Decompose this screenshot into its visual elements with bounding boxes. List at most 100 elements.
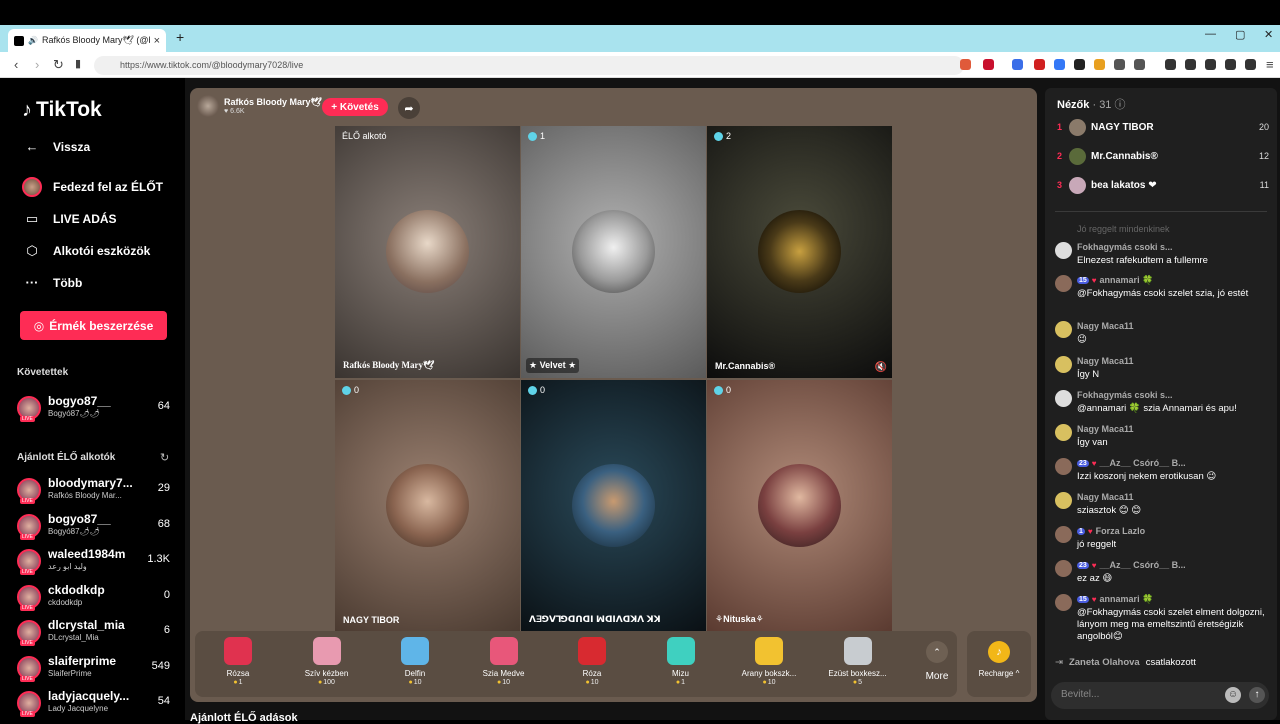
message-user[interactable]: Nagy Maca11: [1077, 424, 1134, 434]
extension-icon[interactable]: [1034, 59, 1045, 70]
message-user[interactable]: Nagy Maca11: [1077, 356, 1134, 366]
cell-badge: 2: [714, 131, 731, 141]
guest-cell-host[interactable]: ÉLŐ alkotó Rafkós Bloody Mary🕊: [335, 126, 520, 378]
extension-icon-3[interactable]: [1094, 59, 1105, 70]
screen-top-border: [0, 0, 1280, 25]
recommended-account[interactable]: LIVE ckdodkdp ckdodkdp 0: [17, 583, 177, 613]
refresh-icon[interactable]: ↻: [160, 451, 169, 464]
viewers-header[interactable]: Nézők · 31 ⓘ: [1057, 96, 1125, 112]
gift-icon: [489, 637, 518, 665]
brave-shield-icon[interactable]: [960, 59, 971, 70]
wallet-icon[interactable]: [1205, 59, 1216, 70]
top-viewer-row[interactable]: 1 NAGY TIBOR 20: [1057, 117, 1269, 137]
url-field[interactable]: https://www.tiktok.com/@bloodymary7028/l…: [94, 56, 964, 75]
recommended-account[interactable]: LIVE waleed1984m وليد ابو رعد 1.3K: [17, 547, 177, 577]
hls-extension-icon[interactable]: [1054, 59, 1065, 70]
get-coins-button[interactable]: ◎ Érmék beszerzése: [20, 311, 167, 340]
tiktok-logo[interactable]: ♪ TikTok: [22, 98, 102, 122]
tab-title: Rafkós Bloody Mary🕊 (@blo: [41, 35, 150, 45]
gift-item[interactable]: Szia Medve 10: [469, 637, 539, 686]
message-user[interactable]: Fokhagymás csoki s...: [1077, 390, 1173, 400]
recommended-account[interactable]: LIVE bloodymary7... Rafkós Bloody Mar...…: [17, 476, 177, 506]
following-account[interactable]: LIVE bogyo87__ Bogyó87🌶🌶 64: [17, 394, 177, 424]
nav-more[interactable]: ··· Több: [22, 275, 83, 290]
message-user[interactable]: annamari 🍀: [1100, 275, 1154, 286]
extension-icon-5[interactable]: [1134, 59, 1145, 70]
avatar: [1069, 176, 1086, 194]
recharge-button[interactable]: ♪ Recharge ^: [967, 631, 1031, 697]
nav-back[interactable]: ← Vissza: [22, 139, 91, 154]
message-text: Elnezest rafekudtem a fullemre: [1077, 255, 1208, 266]
recommended-account[interactable]: LIVE dlcrystal_mia DLcrystal_Mia 6: [17, 618, 177, 648]
nav-live-broadcast[interactable]: ▭ LIVE ADÁS: [22, 211, 117, 227]
forward-icon[interactable]: ›: [35, 57, 39, 72]
message-user[interactable]: annamari 🍀: [1100, 594, 1154, 605]
more-gifts-button[interactable]: ⌃ More: [917, 641, 957, 682]
gem-icon: [342, 385, 351, 395]
heart-badge-icon: ♥: [1091, 560, 1097, 570]
recommended-account[interactable]: LIVE slaiferprime SlaiferPrime 549: [17, 654, 177, 684]
avatar: LIVE: [17, 478, 41, 504]
gift-item[interactable]: Szív kézben 100: [292, 637, 362, 686]
browser-tab[interactable]: 🔊 Rafkós Bloody Mary🕊 (@blo ×: [8, 29, 166, 52]
new-tab-icon[interactable]: +: [176, 29, 184, 45]
translate-icon[interactable]: [1012, 59, 1023, 70]
gift-item[interactable]: Róza 10: [557, 637, 627, 686]
bookmark-icon[interactable]: ▮: [75, 57, 81, 70]
heart-badge-icon: ♥: [1091, 595, 1097, 604]
menu-icon[interactable]: ≡: [1266, 57, 1274, 72]
message-user[interactable]: Forza Lazlo: [1096, 526, 1146, 536]
nav-creator-tools[interactable]: ⬡ Alkotói eszközök: [22, 243, 150, 259]
extension-icon-2[interactable]: [1074, 59, 1085, 70]
viewer-count: 68: [157, 517, 170, 530]
guest-cell-3[interactable]: 0 NAGY TIBOR: [335, 380, 520, 632]
nav-explore-live[interactable]: Fedezd fel az ÉLŐT: [22, 177, 163, 197]
guest-cell-1[interactable]: 1 ★ Velvet ★: [521, 126, 706, 378]
top-viewer-row[interactable]: 2 Mr.Cannabis® 12: [1057, 146, 1269, 166]
gift-item[interactable]: Mizu 1: [646, 637, 716, 686]
reload-icon[interactable]: ↻: [53, 57, 64, 73]
send-icon[interactable]: ↑: [1249, 687, 1265, 703]
message-user[interactable]: __Az__ Csóró__ B...: [1100, 458, 1186, 468]
message-user[interactable]: Nagy Maca11: [1077, 321, 1134, 331]
gift-item[interactable]: Ezüst boxkesz... 5: [823, 637, 893, 686]
emoji-icon[interactable]: ☺: [1225, 687, 1241, 703]
back-icon[interactable]: ‹: [14, 57, 18, 72]
avatar: [1069, 118, 1086, 136]
guest-cell-5[interactable]: 0 ⚘Nituska⚘: [707, 380, 892, 632]
gift-price: 1: [646, 679, 716, 686]
leo-icon[interactable]: [1225, 59, 1236, 70]
gift-item[interactable]: Rózsa 1: [203, 637, 273, 686]
close-window-icon[interactable]: ✕: [1264, 28, 1273, 41]
level-badge: 15: [1077, 277, 1089, 284]
join-user[interactable]: Zaneta Olahova: [1069, 657, 1140, 668]
rewards-icon[interactable]: [983, 59, 994, 70]
guest-cell-2[interactable]: 2 Mr.Cannabis® 🔇: [707, 126, 892, 378]
account-name: bogyo87__: [48, 394, 111, 408]
host-info[interactable]: Rafkós Bloody Mary🕊 ♥ 6.6K: [197, 95, 322, 117]
music-icon[interactable]: [1165, 59, 1176, 70]
follow-button[interactable]: + Követés: [322, 98, 388, 116]
recommended-account[interactable]: LIVE bogyo87__ Bogyó87🌶🌶 68: [17, 512, 177, 542]
avatar: [1055, 242, 1072, 259]
vpn-icon[interactable]: [1245, 59, 1256, 70]
message-user[interactable]: Nagy Maca11: [1077, 492, 1134, 502]
guest-cell-4[interactable]: 0 ꓥƎꓨꓦꓶꓨꓷꓵꓷꓲ ꟽꓷꓲꓥꓷꓘꓥ ꓘꓘ: [521, 380, 706, 632]
message-user[interactable]: Fokhagymás csoki s...: [1077, 242, 1173, 252]
recommended-account[interactable]: LIVE ladyjacquely... Lady Jacquelyne 54: [17, 689, 177, 719]
avatar: [1055, 492, 1072, 509]
minimize-icon[interactable]: —: [1205, 28, 1216, 40]
message-user[interactable]: __Az__ Csóró__ B...: [1100, 560, 1186, 570]
gem-icon: [528, 385, 537, 395]
top-viewer-row[interactable]: 3 bea lakatos ❤ 11: [1057, 175, 1269, 195]
gem-icon: [714, 385, 723, 395]
maximize-icon[interactable]: ▢: [1235, 28, 1245, 41]
sidebar-toggle-icon[interactable]: [1185, 59, 1196, 70]
gift-item[interactable]: Arany bokszk... 10: [734, 637, 804, 686]
close-tab-icon[interactable]: ×: [154, 35, 160, 47]
account-name: bloodymary7...: [48, 476, 133, 490]
live-icon: ▭: [25, 211, 39, 226]
share-icon[interactable]: ➦: [398, 97, 420, 119]
gift-item[interactable]: Delfin 10: [380, 637, 450, 686]
extension-icon-4[interactable]: [1114, 59, 1125, 70]
